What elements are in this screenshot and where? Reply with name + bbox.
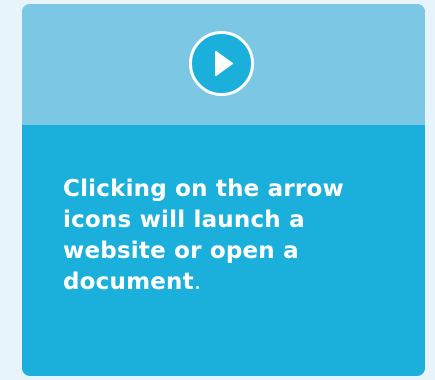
card-description: Clicking on the arrow icons will launch … bbox=[63, 174, 403, 298]
play-icon bbox=[215, 51, 233, 76]
play-button[interactable] bbox=[189, 31, 254, 96]
card-header bbox=[22, 4, 425, 125]
info-card: Clicking on the arrow icons will launch … bbox=[22, 4, 425, 376]
card-description-period: . bbox=[193, 269, 202, 295]
card-description-text: Clicking on the arrow icons will launch … bbox=[63, 176, 344, 295]
